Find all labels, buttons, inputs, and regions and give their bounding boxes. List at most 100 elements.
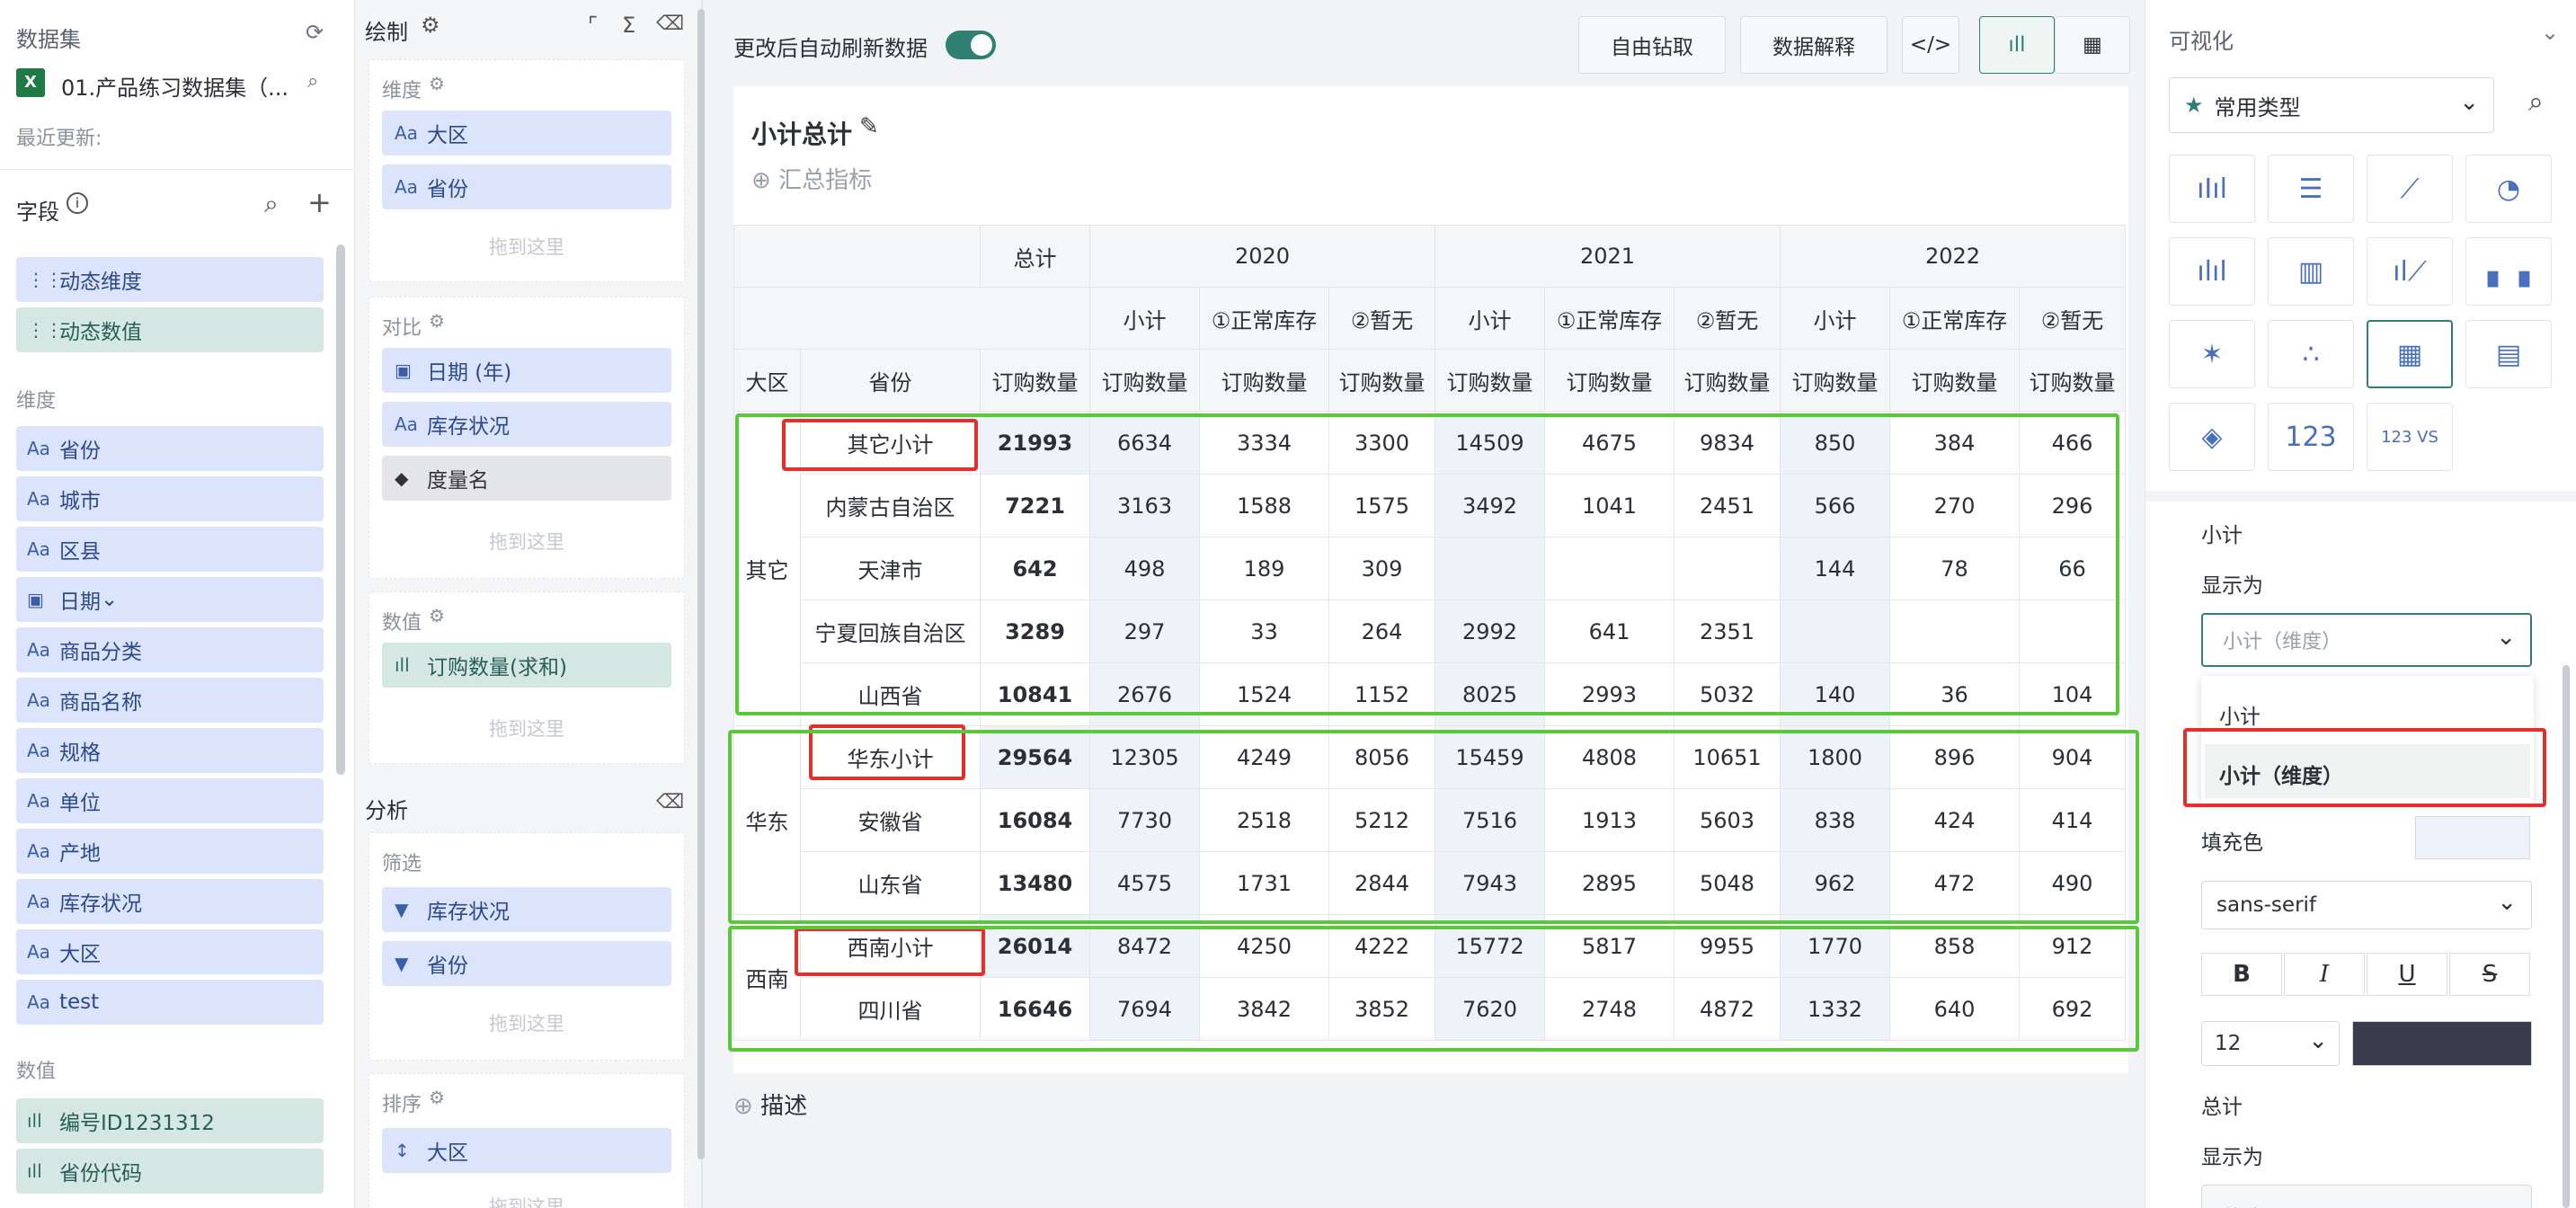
font-family-select[interactable]: sans-serif ⌄ bbox=[2201, 881, 2532, 929]
bold-button[interactable]: B bbox=[2201, 953, 2282, 996]
chart-view-icon[interactable]: ıll bbox=[1979, 16, 2055, 74]
combo-chart-icon[interactable]: ıl⟋ bbox=[2367, 237, 2453, 306]
dataset-search-icon[interactable]: ⌕ bbox=[307, 70, 318, 93]
scrollbar[interactable] bbox=[2563, 665, 2570, 1208]
horizontal-bar-icon[interactable]: ☰ bbox=[2268, 155, 2354, 223]
dimension-box[interactable]: 维度 ⚙ Aa 大区 Aa 省份 拖到这里 bbox=[369, 59, 685, 282]
kpi-icon[interactable]: 123 bbox=[2268, 403, 2354, 471]
sort-box[interactable]: 排序 ⚙ ↕ 大区 拖到这里 bbox=[369, 1073, 685, 1208]
italic-button[interactable]: I bbox=[2284, 953, 2365, 996]
field-dimension[interactable]: Aa 商品分类 bbox=[16, 627, 324, 672]
drop-zone[interactable]: 拖到这里 bbox=[369, 1009, 684, 1036]
pill-date-year[interactable]: ▣ 日期 (年) bbox=[382, 348, 671, 393]
font-color-swatch[interactable] bbox=[2352, 1021, 2532, 1066]
field-dimension[interactable]: Aa 单位 bbox=[16, 778, 324, 823]
stacked-bar-icon[interactable]: ▥ bbox=[2268, 237, 2354, 306]
value-box[interactable]: 数值 ⚙ ıll 订购数量(求和) 拖到这里 bbox=[369, 591, 685, 764]
free-drill-button[interactable]: 自由钻取 bbox=[1578, 16, 1726, 74]
font-size-select[interactable]: 12 ⌄ bbox=[2201, 1021, 2340, 1066]
header-row: 小计 ①正常库存 ②暂无 小计 ①正常库存 ②暂无 小计 ①正常库存 ②暂无 bbox=[733, 287, 2126, 350]
header-measure: 订购数量 bbox=[2019, 349, 2126, 412]
gear-icon[interactable]: ⚙ bbox=[429, 1087, 445, 1108]
scrollbar[interactable] bbox=[336, 244, 345, 775]
field-dimension[interactable]: Aa 省份 bbox=[16, 426, 324, 471]
search-icon[interactable]: ⌕ bbox=[2528, 86, 2544, 118]
line-chart-icon[interactable]: ⟋ bbox=[2367, 155, 2453, 223]
refresh-icon[interactable]: ⟳ bbox=[306, 20, 324, 45]
add-icon[interactable]: + bbox=[307, 185, 332, 219]
drop-zone[interactable]: 拖到这里 bbox=[369, 528, 684, 555]
info-icon[interactable]: i bbox=[67, 192, 88, 214]
eraser-icon[interactable]: ⌫ bbox=[656, 791, 684, 813]
field-dimension[interactable]: Aa test bbox=[16, 980, 324, 1025]
field-value-province-code[interactable]: ıll 省份代码 bbox=[16, 1149, 324, 1194]
compare-box[interactable]: 对比 ⚙ ▣ 日期 (年) Aa 库存状况 ◆ 度量名 拖到这里 bbox=[369, 297, 685, 579]
gear-icon[interactable]: ⚙ bbox=[429, 73, 445, 94]
grouped-bar-icon[interactable]: ılıl bbox=[2169, 237, 2255, 306]
strikethrough-button[interactable]: S bbox=[2449, 953, 2530, 996]
pill-measure-name[interactable]: ◆ 度量名 bbox=[382, 456, 671, 501]
fill-color-swatch[interactable] bbox=[2415, 816, 2530, 859]
subtotal-display-select[interactable]: 小计（维度） ⌄ bbox=[2201, 613, 2532, 667]
header-row: 总计 2020 2021 2022 bbox=[733, 225, 2126, 288]
gear-icon[interactable]: ⚙ bbox=[429, 310, 445, 332]
pill-filter-stock[interactable]: ▼ 库存状况 bbox=[382, 887, 671, 932]
field-dynamic-dimension[interactable]: ⋮⋮ 动态维度 bbox=[16, 257, 324, 302]
settings-slider-icon[interactable]: ⚙ bbox=[421, 13, 440, 38]
drop-zone[interactable]: 拖到这里 bbox=[369, 233, 684, 260]
pill-region[interactable]: Aa 大区 bbox=[382, 111, 671, 155]
pie-chart-icon[interactable]: ◔ bbox=[2465, 155, 2552, 223]
card-title[interactable]: 小计总计 bbox=[751, 115, 852, 151]
add-metric-link[interactable]: ⊕ 汇总指标 bbox=[751, 162, 872, 195]
data-explain-button[interactable]: 数据解释 bbox=[1740, 16, 1888, 74]
corner-icon[interactable]: ⌜ bbox=[588, 13, 598, 38]
gear-icon[interactable]: ⚙ bbox=[429, 605, 445, 626]
field-dynamic-value[interactable]: ⋮⋮ 动态数值 bbox=[16, 307, 324, 352]
underline-button[interactable]: U bbox=[2367, 953, 2447, 996]
eraser-icon[interactable]: ⌫ bbox=[656, 13, 684, 35]
field-dimension[interactable]: Aa 产地 bbox=[16, 829, 324, 874]
chevron-down-icon[interactable]: ⌄ bbox=[101, 588, 118, 611]
auto-refresh-toggle[interactable] bbox=[946, 31, 996, 59]
option-subtotal[interactable]: 小计 bbox=[2219, 699, 2261, 730]
field-label: 商品分类 bbox=[59, 641, 142, 664]
scrollbar[interactable] bbox=[697, 9, 705, 1159]
pill-order-qty[interactable]: ıll 订购数量(求和) bbox=[382, 643, 671, 688]
pill-sort-region[interactable]: ↕ 大区 bbox=[382, 1128, 671, 1173]
sum-icon[interactable]: Σ bbox=[622, 13, 635, 38]
bar-chart-icon[interactable]: ıIıl bbox=[2169, 155, 2255, 223]
drop-zone[interactable]: 拖到这里 bbox=[369, 1193, 684, 1208]
dataset-name[interactable]: 01.产品练习数据集（... bbox=[61, 70, 289, 102]
waterfall-icon[interactable]: ▖▗ bbox=[2465, 237, 2552, 306]
chart-type-select[interactable]: ★ 常用类型 ⌄ bbox=[2169, 77, 2494, 133]
pill-filter-province[interactable]: ▼ 省份 bbox=[382, 941, 671, 986]
scatter-icon[interactable]: ∴ bbox=[2268, 320, 2354, 388]
field-dimension[interactable]: ▣ 日期 ⌄ bbox=[16, 577, 324, 622]
filter-box[interactable]: 筛选 ▼ 库存状况 ▼ 省份 拖到这里 bbox=[369, 832, 685, 1061]
table-chart-icon[interactable]: ▦ bbox=[2367, 320, 2453, 388]
total-display-select[interactable]: 总计 bbox=[2201, 1185, 2532, 1208]
pill-label: 大区 bbox=[427, 1141, 468, 1165]
field-dimension[interactable]: Aa 区县 bbox=[16, 527, 324, 572]
treemap-icon[interactable]: ▤ bbox=[2465, 320, 2552, 388]
search-icon[interactable]: ⌕ bbox=[264, 189, 279, 219]
edit-pencil-icon[interactable]: ✎ bbox=[859, 113, 879, 140]
collapse-icon[interactable]: ⌄ bbox=[2541, 20, 2559, 45]
drop-zone[interactable]: 拖到这里 bbox=[369, 715, 684, 742]
radar-chart-icon[interactable]: ✶ bbox=[2169, 320, 2255, 388]
field-dimension[interactable]: Aa 城市 bbox=[16, 476, 324, 521]
field-dimension[interactable]: Aa 库存状况 bbox=[16, 879, 324, 924]
text-type-icon: Aa bbox=[395, 122, 418, 144]
field-dimension[interactable]: Aa 大区 bbox=[16, 929, 324, 974]
map-icon[interactable]: ◈ bbox=[2169, 403, 2255, 471]
table-view-icon[interactable]: ▦ bbox=[2055, 16, 2130, 74]
field-value-id[interactable]: ıll 编号ID1231312 bbox=[16, 1098, 324, 1143]
field-dimension[interactable]: Aa 商品名称 bbox=[16, 678, 324, 723]
pill-stock[interactable]: Aa 库存状况 bbox=[382, 402, 671, 447]
pill-province[interactable]: Aa 省份 bbox=[382, 164, 671, 209]
field-dimension[interactable]: Aa 规格 bbox=[16, 728, 324, 773]
code-icon[interactable]: </> bbox=[1902, 16, 1959, 74]
describe-link[interactable]: ⊕ 描述 bbox=[733, 1088, 807, 1121]
compare-kpi-icon[interactable]: 123 VS bbox=[2367, 403, 2453, 471]
filter-icon: ▼ bbox=[395, 899, 409, 920]
